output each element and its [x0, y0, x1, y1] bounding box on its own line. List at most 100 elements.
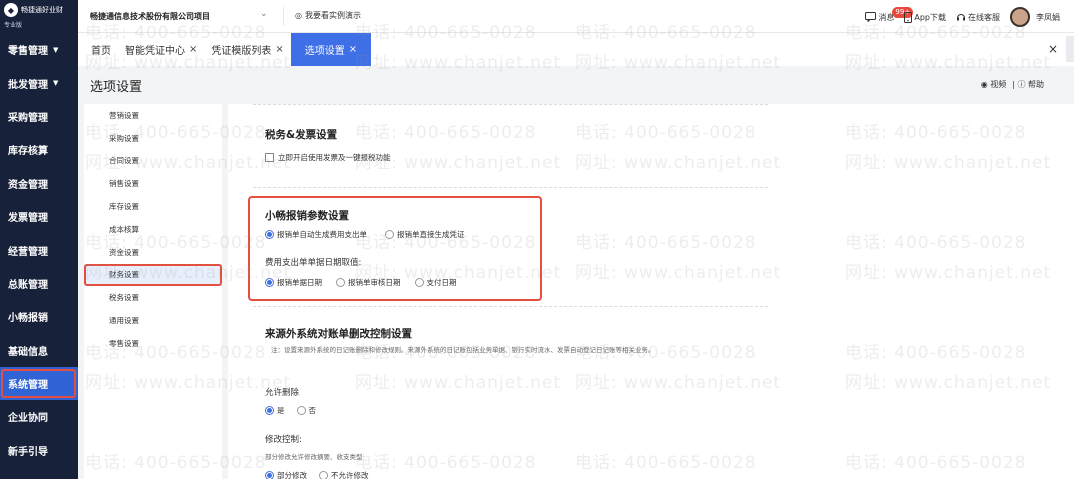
radio-label: 报销单审核日期: [348, 278, 401, 287]
radio-option[interactable]: 报销单据日期: [265, 277, 322, 288]
invoice-checkbox-label: 立即开启使用发票及一键报税功能: [278, 153, 391, 162]
radio-button[interactable]: [265, 230, 274, 239]
support-label: 在线客服: [968, 12, 1000, 22]
radio-button[interactable]: [319, 471, 328, 479]
invoice-checkbox-row[interactable]: 立即开启使用发票及一键报税功能: [265, 152, 391, 163]
radio-option[interactable]: 报销单自动生成费用支出单: [265, 229, 367, 240]
nav-item-label: 资金管理: [8, 179, 48, 191]
radio-option[interactable]: 部分修改: [265, 470, 307, 479]
user-menu[interactable]: 李凤娟: [1010, 7, 1060, 27]
radio-button[interactable]: [265, 278, 274, 287]
nav-item[interactable]: 采购管理: [0, 100, 78, 133]
tab[interactable]: 选项设置 ×: [290, 33, 372, 66]
radio-option[interactable]: 报销单直接生成凭证: [385, 229, 465, 240]
nav-list: 零售管理 ▼ 批发管理 ▼ 采购管理 库存核算 资金管理 发票管理 经营管理 总账管理 小畅报销 基础…: [0, 33, 78, 467]
tab[interactable]: 智能凭证中心 ×: [118, 33, 204, 66]
radio-label: 是: [277, 406, 285, 415]
demo-label: 我要看实例演示: [304, 11, 361, 20]
radio-option[interactable]: 否: [296, 405, 316, 416]
radio-button[interactable]: [385, 230, 394, 239]
radio-button[interactable]: [296, 406, 306, 415]
app-download-button[interactable]: App下载: [904, 11, 946, 23]
caret-down-icon: ▼: [53, 79, 59, 88]
settings-nav-item[interactable]: 合同设置: [84, 150, 222, 173]
allow-delete-radio-group: 是否: [265, 405, 324, 416]
nav-item[interactable]: 企业协同: [0, 400, 78, 433]
page-header: 选项设置 ◉ 视频 | ⓘ 帮助: [78, 66, 1074, 104]
radio-option[interactable]: 报销单审核日期: [336, 277, 401, 288]
headset-icon: [957, 14, 965, 21]
date-source-radio-group: 报销单据日期 报销单审核日期 支付日期: [265, 277, 467, 288]
nav-item[interactable]: 资金管理: [0, 167, 78, 200]
phone-icon: [904, 11, 913, 23]
app-download-label: App下载: [914, 12, 946, 22]
avatar: [1010, 7, 1030, 27]
settings-nav-item[interactable]: 零售设置: [84, 332, 222, 355]
brand-name: 畅捷通好业财: [21, 6, 63, 14]
settings-nav-item[interactable]: 财务设置: [84, 263, 222, 287]
close-icon[interactable]: ×: [189, 44, 197, 55]
close-all-tabs-icon[interactable]: ×: [1048, 42, 1058, 56]
nav-item-label: 企业协同: [8, 413, 48, 425]
nav-item[interactable]: 小畅报销: [0, 300, 78, 333]
nav-item[interactable]: 新手引导: [0, 434, 78, 467]
close-icon[interactable]: ×: [275, 44, 283, 55]
divider: [253, 306, 768, 307]
nav-item[interactable]: 发票管理: [0, 200, 78, 233]
modify-control-label: 修改控制:: [265, 435, 302, 445]
tab[interactable]: 首页: [78, 33, 118, 66]
radio-option[interactable]: 是: [265, 405, 285, 416]
invoice-checkbox[interactable]: [265, 153, 274, 162]
nav-item[interactable]: 经营管理: [0, 233, 78, 266]
settings-nav-item[interactable]: 税务设置: [84, 286, 222, 309]
video-link[interactable]: ◉ 视频: [981, 79, 1007, 90]
support-button[interactable]: 在线客服: [956, 12, 1000, 23]
demo-link[interactable]: ◎ 我要看实例演示: [295, 10, 361, 21]
nav-item-label: 采购管理: [8, 112, 48, 124]
app-root: ◆ 畅捷通好业财 专业版 零售管理 ▼ 批发管理 ▼ 采购管理 库存核算 资金管理 发票管理经…: [0, 0, 1074, 479]
nav-item[interactable]: 基础信息: [0, 334, 78, 367]
close-icon[interactable]: ×: [349, 44, 357, 55]
nav-item-label: 基础信息: [8, 346, 48, 358]
settings-nav-item[interactable]: 成本核算: [84, 218, 222, 241]
help-link[interactable]: | ⓘ 帮助: [1012, 79, 1044, 90]
expense-mode-radio-group: 报销单自动生成费用支出单 报销单直接生成凭证: [265, 229, 479, 240]
divider: [283, 7, 284, 26]
company-selector[interactable]: 畅捷通信息技术股份有限公司项目: [90, 11, 210, 22]
nav-item[interactable]: 批发管理 ▼: [0, 66, 78, 99]
settings-nav-item[interactable]: 库存设置: [84, 195, 222, 218]
tab[interactable]: 凭证模版列表 ×: [204, 33, 290, 66]
radio-option[interactable]: 不允许修改: [319, 470, 369, 479]
tab-label: 凭证模版列表: [211, 46, 272, 57]
nav-item-label: 零售管理: [8, 46, 48, 58]
radio-option[interactable]: 支付日期: [414, 277, 457, 288]
demo-icon: ◎: [295, 11, 302, 20]
radio-label: 支付日期: [426, 278, 457, 287]
brand-edition: 专业版: [4, 22, 23, 29]
radio-button[interactable]: [336, 278, 345, 287]
settings-nav-item[interactable]: 采购设置: [84, 127, 222, 150]
modify-control-radio-group: 部分修改 不允许修改: [265, 470, 377, 479]
external-section-title: 来源外系统对账单删改控制设置: [265, 328, 412, 340]
chevron-down-icon[interactable]: ⌄: [260, 9, 268, 19]
main-navigation: ◆ 畅捷通好业财 专业版 零售管理 ▼ 批发管理 ▼ 采购管理 库存核算 资金管理 发票管理经…: [0, 0, 78, 479]
radio-button[interactable]: [265, 406, 274, 415]
nav-item-label: 库存核算: [8, 146, 48, 158]
radio-button[interactable]: [414, 278, 424, 287]
settings-nav-item[interactable]: 销售设置: [84, 172, 222, 195]
settings-nav-item[interactable]: 营销设置: [84, 104, 222, 127]
messages-button[interactable]: 消息 99+: [865, 6, 914, 23]
nav-item[interactable]: 库存核算: [0, 133, 78, 166]
radio-label: 不允许修改: [331, 471, 369, 479]
radio-button[interactable]: [265, 471, 274, 479]
settings-nav-item[interactable]: 通用设置: [84, 309, 222, 332]
tab-label: 首页: [91, 46, 111, 57]
divider: [253, 104, 768, 105]
nav-item[interactable]: 总账管理: [0, 267, 78, 300]
external-note: 注：设置来源外系统的日记账删除和修改规则。来源外系统的日记账包括业务单据、银行实…: [271, 346, 655, 354]
radio-label: 部分修改: [277, 471, 307, 479]
nav-item[interactable]: 系统管理: [0, 366, 78, 401]
settings-nav-item[interactable]: 资金设置: [84, 241, 222, 264]
nav-item[interactable]: 零售管理 ▼: [0, 33, 78, 66]
tabs-scrollbar[interactable]: [1066, 36, 1074, 62]
